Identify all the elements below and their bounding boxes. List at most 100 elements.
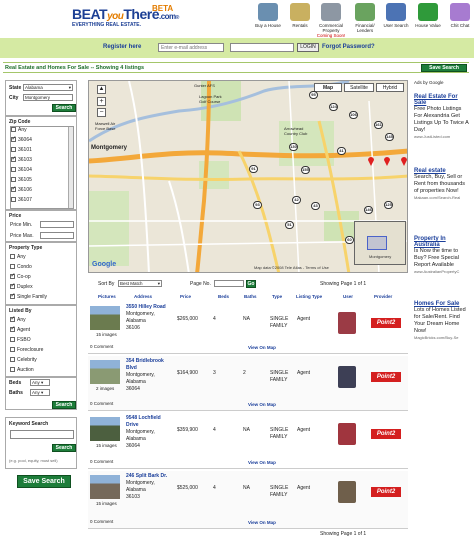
nav-magnifier[interactable]: User Search xyxy=(380,3,412,28)
listing-photo[interactable] xyxy=(90,306,120,330)
column-header[interactable]: Beds xyxy=(218,294,229,299)
map-overview-inset[interactable]: Montgomery xyxy=(354,221,406,265)
map-tab-hybrid[interactable]: Hybrid xyxy=(376,83,404,92)
zip-scrollbar[interactable] xyxy=(68,127,73,208)
city-select[interactable]: Montgomery xyxy=(23,94,73,101)
checkbox[interactable] xyxy=(10,347,15,353)
column-header[interactable]: Type xyxy=(272,294,282,299)
view-on-map-link[interactable]: View On Map xyxy=(248,402,276,407)
checkbox[interactable] xyxy=(10,272,16,280)
zoom-out-icon[interactable]: − xyxy=(97,108,106,117)
email-input[interactable] xyxy=(158,43,224,52)
listed-by-option[interactable]: Agent xyxy=(10,325,30,333)
property-type-option[interactable]: Condo xyxy=(10,264,32,270)
checkbox[interactable] xyxy=(11,147,16,153)
comment-count[interactable]: 0 Comment xyxy=(90,344,113,349)
zip-option[interactable]: 36064 xyxy=(11,135,32,143)
beds-select[interactable]: Any ▾ xyxy=(30,379,50,386)
checkbox[interactable] xyxy=(11,197,16,203)
property-type-option[interactable]: Duplex xyxy=(10,282,33,290)
location-search-button[interactable]: Search xyxy=(52,104,76,112)
checkbox[interactable] xyxy=(10,325,16,333)
save-search-button-top[interactable]: Save Search xyxy=(421,64,467,72)
ad-url[interactable]: Makaan.com/Search-Real xyxy=(414,195,470,200)
view-on-map-link[interactable]: View On Map xyxy=(248,345,276,350)
nav-dollar[interactable]: House Value xyxy=(412,3,444,28)
nav-building[interactable]: Commercial Property Coming Soon! xyxy=(315,3,347,38)
listing-photo[interactable] xyxy=(90,360,120,384)
ad-url[interactable]: www.AustralianPropertyC xyxy=(414,269,470,274)
checkbox[interactable] xyxy=(10,367,15,373)
state-select[interactable]: Alabama ▾ xyxy=(23,84,73,91)
agent-avatar[interactable] xyxy=(338,423,356,445)
listed-by-option[interactable]: Celebrity xyxy=(10,357,37,363)
listing-photo[interactable] xyxy=(90,417,120,441)
pan-up-icon[interactable]: ▲ xyxy=(97,85,106,94)
zip-option[interactable]: 36106 xyxy=(11,185,32,193)
baths-select[interactable]: Any ▾ xyxy=(30,389,50,396)
beds-search-button[interactable]: Search xyxy=(52,401,76,409)
checkbox[interactable] xyxy=(11,185,17,193)
checkbox[interactable] xyxy=(10,292,16,300)
property-type-option[interactable]: Co-op xyxy=(10,272,31,280)
ad-url[interactable]: www.JustListed.com xyxy=(414,134,470,139)
listed-by-option[interactable]: FSBO xyxy=(10,337,31,343)
property-type-option[interactable]: Any xyxy=(10,254,26,260)
ad-title-link[interactable]: Property In Australia xyxy=(414,236,470,248)
register-link[interactable]: Register here xyxy=(103,44,141,50)
view-on-map-link[interactable]: View On Map xyxy=(248,520,276,525)
column-header[interactable]: Baths xyxy=(244,294,257,299)
zip-option[interactable]: Any xyxy=(11,127,27,133)
comment-count[interactable]: 0 Comment xyxy=(90,401,113,406)
listed-by-option[interactable]: Foreclosure xyxy=(10,347,43,353)
agent-avatar[interactable] xyxy=(338,366,356,388)
listing-street-link[interactable]: 246 Split Bark Dr. xyxy=(126,473,172,480)
listing-photo[interactable] xyxy=(90,475,120,499)
page-input[interactable] xyxy=(214,280,244,287)
keyword-search-button[interactable]: Search xyxy=(52,444,76,452)
nav-chat[interactable]: Chit Chat xyxy=(444,3,474,28)
map-tab-satellite[interactable]: Satellite xyxy=(344,83,374,92)
zip-list[interactable]: Any 36064 36101 36103 36104 36105 36106 36107 xyxy=(10,126,74,209)
agent-avatar[interactable] xyxy=(338,312,356,334)
sort-select[interactable]: Best Match ▾ xyxy=(118,280,162,287)
price-max-input[interactable] xyxy=(40,232,74,239)
keyword-input[interactable] xyxy=(10,430,74,439)
zip-option[interactable]: 36107 xyxy=(11,197,32,203)
save-search-button-bottom[interactable]: Save Search xyxy=(17,475,71,488)
map-tab-map[interactable]: Map xyxy=(314,83,342,92)
provider-logo[interactable]: Point2 xyxy=(371,429,401,439)
zip-option[interactable]: 36105 xyxy=(11,177,32,183)
listed-by-option[interactable]: Any xyxy=(10,315,26,323)
property-type-option[interactable]: Single Family xyxy=(10,292,47,300)
listing-street-link[interactable]: 3550 Hilley Road xyxy=(126,304,172,311)
provider-logo[interactable]: Point2 xyxy=(371,318,401,328)
checkbox[interactable] xyxy=(11,155,17,163)
checkbox[interactable] xyxy=(10,357,15,363)
checkbox[interactable] xyxy=(11,135,17,143)
map-view[interactable]: Montgomery ▲ + − Map Satellite Hybrid Gu… xyxy=(88,80,408,273)
checkbox[interactable] xyxy=(10,254,15,260)
zoom-in-icon[interactable]: + xyxy=(97,97,106,106)
provider-logo[interactable]: Point2 xyxy=(371,372,401,382)
column-header[interactable]: Pictures xyxy=(98,294,116,299)
listing-street-link[interactable]: 354 Bridlebrook Blvd xyxy=(126,358,172,372)
column-header[interactable]: Provider xyxy=(374,294,392,299)
column-header[interactable]: Address xyxy=(134,294,152,299)
forgot-password-link[interactable]: Forgot Password? xyxy=(322,44,375,50)
listed-by-option[interactable]: Auction xyxy=(10,367,34,373)
checkbox[interactable] xyxy=(11,177,16,183)
checkbox[interactable] xyxy=(11,167,16,173)
ad-title-link[interactable]: Real Estate For Sale xyxy=(414,94,470,106)
zip-option[interactable]: 36101 xyxy=(11,147,32,153)
column-header[interactable]: User xyxy=(343,294,353,299)
checkbox[interactable] xyxy=(10,282,16,290)
nav-for-rent-sign[interactable]: Rentals xyxy=(284,3,316,28)
nav-house[interactable]: Buy a House xyxy=(252,3,284,28)
nav-handshake[interactable]: Financial/ Lenders xyxy=(349,3,381,33)
checkbox[interactable] xyxy=(10,337,15,343)
checkbox[interactable] xyxy=(11,127,16,133)
overview-viewport[interactable] xyxy=(367,236,387,250)
go-button[interactable]: Go xyxy=(246,280,256,288)
comment-count[interactable]: 0 Comment xyxy=(90,519,113,524)
